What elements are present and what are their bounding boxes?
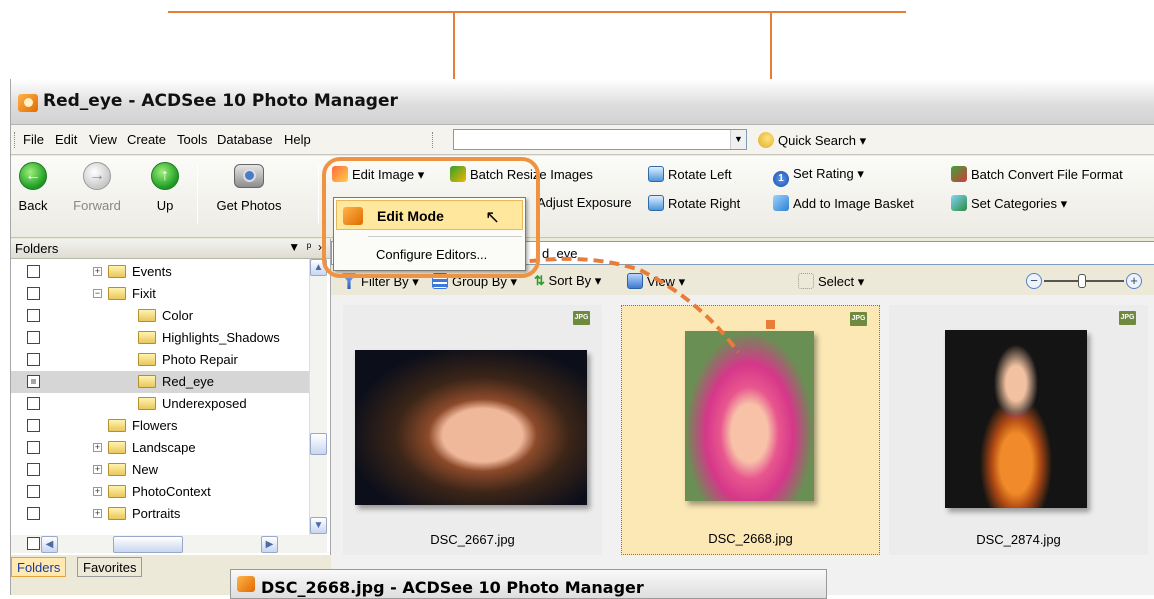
annotation-overlay — [449, 256, 775, 354]
acdsee-app-icon — [237, 576, 255, 592]
annotation-highlight-box — [322, 157, 540, 278]
annotation-marker-right — [766, 320, 775, 329]
second-window-title: DSC_2668.jpg - ACDSee 10 Photo Manager — [261, 578, 644, 597]
